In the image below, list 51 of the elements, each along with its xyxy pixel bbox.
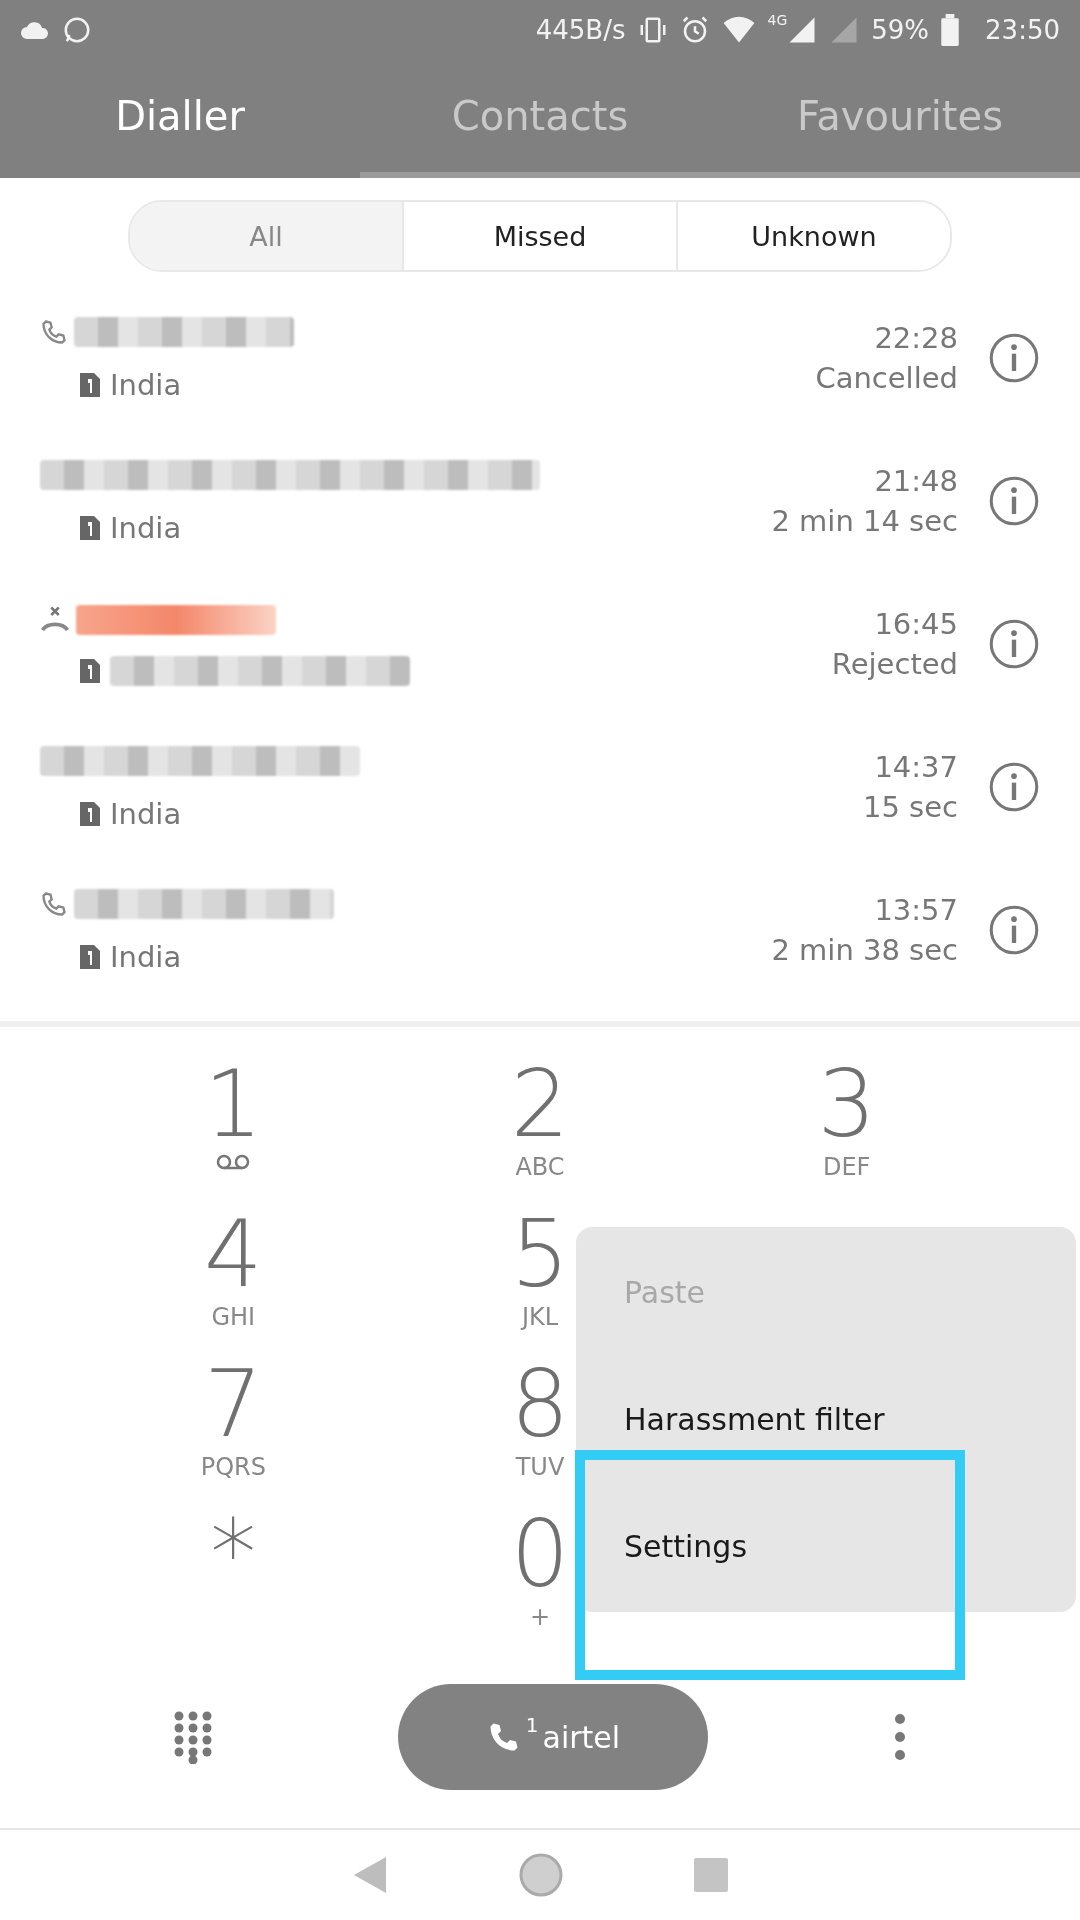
dial-key[interactable]: 3 DEF bbox=[693, 1057, 1000, 1207]
dial-key[interactable]: 1 bbox=[80, 1057, 387, 1207]
dialpad-icon[interactable] bbox=[172, 1710, 213, 1764]
home-icon[interactable] bbox=[518, 1852, 564, 1898]
sim-icon bbox=[80, 658, 100, 683]
dial-key[interactable]: 2 ABC bbox=[386, 1057, 694, 1207]
call-detail: Cancelled bbox=[815, 360, 958, 395]
sim-icon bbox=[80, 801, 100, 826]
sim-icon bbox=[80, 515, 100, 540]
call-location: India bbox=[110, 939, 182, 974]
info-icon[interactable] bbox=[988, 474, 1040, 527]
menu-item[interactable]: Settings bbox=[576, 1483, 1076, 1610]
dial-key[interactable]: * bbox=[80, 1507, 387, 1657]
call-detail: Rejected bbox=[831, 646, 958, 681]
battery-icon bbox=[941, 14, 960, 46]
info-icon[interactable] bbox=[988, 903, 1040, 956]
network-type: 4G bbox=[767, 12, 788, 28]
call-time: 22:28 bbox=[874, 320, 958, 355]
info-icon[interactable] bbox=[988, 617, 1040, 670]
filter-tab[interactable]: Unknown bbox=[676, 202, 950, 270]
more-icon[interactable] bbox=[893, 1712, 908, 1762]
call-detail: 2 min 14 sec bbox=[771, 503, 958, 538]
info-icon[interactable] bbox=[988, 331, 1040, 384]
call-time: 13:57 bbox=[874, 892, 958, 927]
tab[interactable]: Dialler bbox=[0, 60, 360, 178]
call-detail: 2 min 38 sec bbox=[771, 932, 958, 967]
call-location: India bbox=[110, 796, 182, 831]
sim-icon bbox=[80, 372, 100, 397]
signal-icon bbox=[787, 15, 818, 45]
call-time: 16:45 bbox=[874, 606, 958, 641]
network-speed: 445B/s bbox=[535, 15, 626, 45]
call-time: 14:37 bbox=[874, 749, 958, 784]
call-detail: 15 sec bbox=[863, 789, 958, 824]
info-icon[interactable] bbox=[988, 760, 1040, 813]
call-time: 21:48 bbox=[874, 463, 958, 498]
menu-item[interactable]: Harassment filter bbox=[576, 1356, 1076, 1483]
phone-icon bbox=[40, 889, 68, 918]
chat-icon bbox=[62, 15, 92, 45]
voicemail-icon bbox=[215, 1153, 252, 1171]
call-location: India bbox=[110, 510, 182, 545]
clock: 23:50 bbox=[985, 15, 1060, 45]
filter-tab[interactable]: All bbox=[130, 202, 402, 270]
wifi-icon bbox=[721, 16, 756, 44]
battery-percent: 59% bbox=[871, 15, 930, 45]
call-location: India bbox=[110, 367, 182, 402]
dial-key[interactable]: 7 PQRS bbox=[80, 1357, 387, 1507]
signal-icon bbox=[829, 15, 860, 45]
cloud-icon bbox=[20, 19, 50, 41]
phone-icon bbox=[40, 317, 68, 346]
dial-key[interactable]: 4 GHI bbox=[80, 1207, 387, 1357]
sim-icon bbox=[80, 944, 100, 969]
